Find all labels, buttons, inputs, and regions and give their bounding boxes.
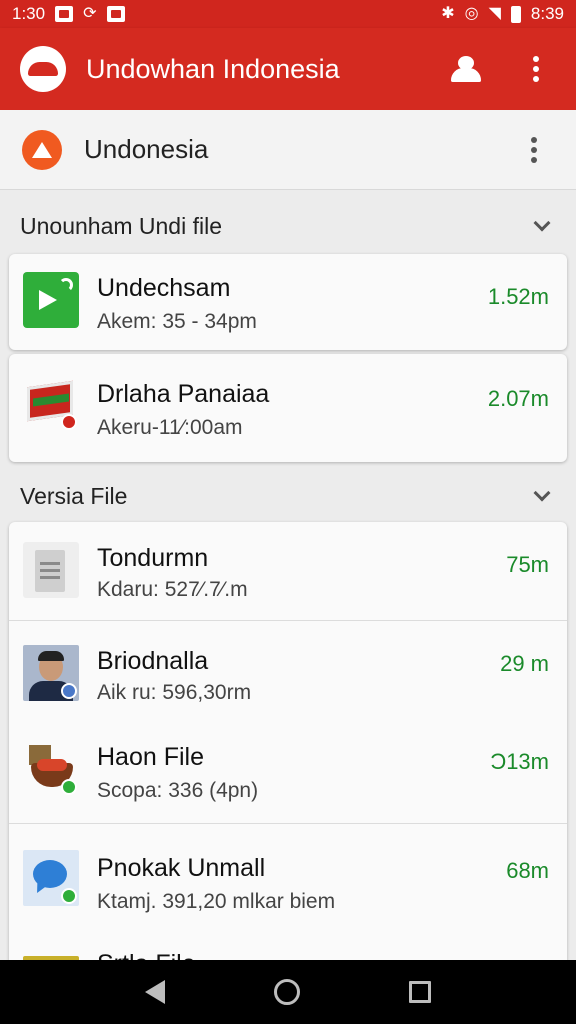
item-size: 2.07m — [487, 386, 549, 411]
account-icon — [22, 129, 62, 170]
status-bar: 1:30 ⟳ ✱ ◎ ◥ 8:39 — [0, 0, 576, 28]
item-size: 68m — [506, 858, 549, 883]
overflow-menu-button[interactable] — [516, 49, 556, 89]
section-title: Unounham Undi file — [20, 212, 223, 239]
error-badge-icon — [61, 414, 77, 430]
wifi-icon: ◥ — [488, 5, 501, 22]
item-title: Tondurmn — [97, 544, 209, 572]
item-subtitle: Ktamj. 391,20 mlkar biem — [97, 890, 336, 913]
chevron-down-icon — [533, 484, 551, 502]
status-clock: 8:39 — [530, 4, 564, 23]
app-logo-icon — [20, 46, 66, 92]
accounts-button[interactable] — [446, 49, 486, 89]
list-item[interactable]: Tondurmn Kdaru: 527⁄.7⁄.m 75m — [9, 522, 567, 620]
section-header[interactable]: Unounham Undi file — [0, 204, 576, 248]
account-name: Undonesia — [84, 134, 209, 164]
item-title: Undechsam — [97, 274, 231, 302]
item-subtitle: Kdaru: 527⁄.7⁄.m — [97, 578, 248, 601]
notification-icon — [55, 6, 74, 22]
item-size: 29 m — [500, 651, 549, 676]
account-row[interactable]: Undonesia — [0, 110, 576, 190]
item-subtitle: Akeru-11⁄:00am — [97, 416, 243, 439]
people-icon — [449, 56, 483, 82]
green-play-icon — [23, 272, 79, 328]
battery-icon — [510, 5, 521, 23]
item-subtitle: Scopa: 336 (4pn) — [97, 779, 259, 802]
check-badge-icon — [61, 779, 77, 795]
mail-notification-icon — [106, 6, 125, 22]
list-item[interactable]: Drlaha Panaiaa Akeru-11⁄:00am 2.07m — [9, 354, 567, 462]
item-subtitle: Aik ru: 596,30rm — [97, 681, 252, 704]
item-size: Ɔ13m — [490, 749, 549, 774]
item-title: Briodnalla — [97, 647, 209, 675]
item-subtitle: Akem: 35 - 34pm — [97, 310, 257, 333]
recent-apps-icon[interactable] — [409, 981, 432, 1003]
check-badge-icon — [61, 888, 77, 904]
more-vert-icon — [533, 56, 539, 82]
item-title: Drlaha Panaiaa — [97, 380, 270, 408]
file-card[interactable]: Tondurmn Kdaru: 527⁄.7⁄.m 75m Briodnalla… — [9, 522, 567, 968]
red-flag-badge-icon — [23, 376, 79, 432]
food-basket-icon — [23, 741, 79, 797]
app-title: Undowhan Indonesia — [86, 53, 340, 84]
section-header[interactable]: Versia File — [0, 474, 576, 518]
back-icon[interactable] — [144, 980, 165, 1004]
check-badge-icon — [61, 683, 77, 699]
file-card[interactable]: Undechsam Akem: 35 - 34pm 1.52m — [9, 254, 567, 350]
item-size: 75m — [506, 552, 549, 577]
section-title: Versia File — [20, 482, 128, 509]
file-card[interactable]: Drlaha Panaiaa Akeru-11⁄:00am 2.07m — [9, 354, 567, 462]
item-title: Haon File — [97, 743, 204, 771]
home-icon[interactable] — [273, 979, 300, 1005]
more-vert-icon — [531, 136, 537, 163]
status-time: 1:30 — [12, 4, 46, 23]
chevron-down-icon — [533, 214, 551, 232]
account-menu-button[interactable] — [514, 130, 554, 170]
vibrate-icon: ◎ — [464, 5, 479, 22]
chat-bubble-icon — [23, 850, 79, 906]
list-item[interactable]: Undechsam Akem: 35 - 34pm 1.52m — [9, 254, 567, 350]
avatar — [23, 645, 79, 701]
sync-icon: ⟳ — [83, 5, 97, 22]
document-icon — [23, 542, 79, 598]
bluetooth-icon: ✱ — [441, 5, 455, 22]
system-nav-bar — [0, 960, 576, 1024]
app-bar: Undowhan Indonesia — [0, 28, 576, 110]
list-item[interactable]: Haon File Scopa: 336 (4pn) Ɔ13m — [9, 719, 567, 823]
list-item[interactable]: Briodnalla Aik ru: 596,30rm 29 m — [9, 621, 567, 719]
list-item[interactable]: Pnokak Unmall Ktamj. 391,20 mlkar biem 6… — [9, 824, 567, 934]
item-size: 1.52m — [487, 284, 549, 309]
item-title: Pnokak Unmall — [97, 854, 266, 882]
